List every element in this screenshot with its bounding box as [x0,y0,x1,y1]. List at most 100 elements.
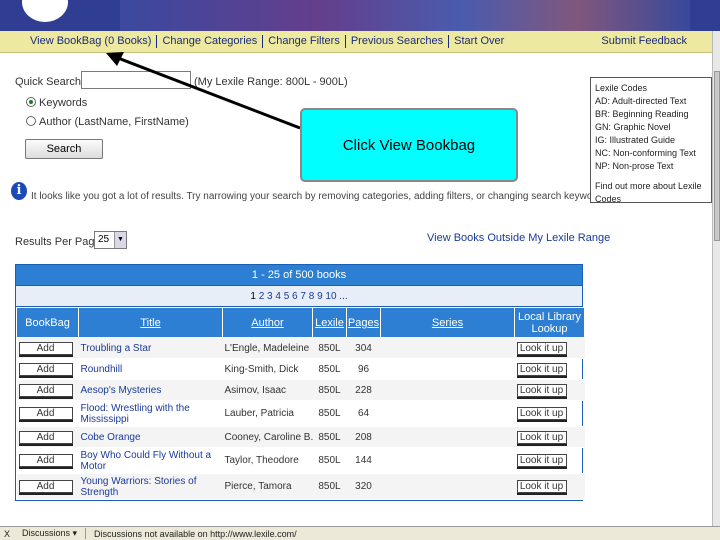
results-table: BookBag Title Author Lexile Pages Series… [16,307,585,500]
radio-author-label: Author (LastName, FirstName) [39,116,189,128]
book-series [380,400,515,427]
add-button[interactable]: Add [18,383,73,397]
book-lexile: 850L [312,379,347,401]
book-title[interactable]: Troubling a Star [78,337,223,359]
radio-keywords-label: Keywords [39,97,88,109]
col-title[interactable]: Title [78,307,223,338]
book-pages: 228 [346,379,381,401]
book-pages: 144 [346,447,381,474]
page-links[interactable]: 2 3 4 5 6 7 8 9 10 ... [259,291,348,302]
book-lexile: 850L [312,473,347,500]
results-per-page-label: Results Per Page [15,236,101,248]
nav-submit-feedback[interactable]: Submit Feedback [596,35,692,48]
radio-keywords[interactable] [26,97,36,107]
book-author: L'Engle, Madeleine [222,337,313,359]
col-pages[interactable]: Pages [346,307,381,338]
banner-image [120,0,690,31]
nav-change-categories[interactable]: Change Categories [157,35,264,48]
add-button[interactable]: Add [18,430,73,444]
look-it-up-button[interactable]: Look it up [516,362,567,376]
results-per-page-value: 25 [98,234,110,245]
lookup-cell: Look it up [514,426,585,448]
book-title[interactable]: Young Warriors: Stories of Strength [78,473,223,500]
look-it-up-button[interactable]: Look it up [516,407,567,420]
book-title[interactable]: Roundhill [78,358,223,380]
page-scrollbar[interactable] [712,31,720,526]
lookup-cell: Look it up [514,473,585,500]
bookbag-cell: Add [16,400,79,427]
discussions-menu[interactable]: Discussions ▾ [14,528,87,539]
nav-start-over[interactable]: Start Over [449,35,509,48]
book-series [380,337,515,359]
table-row: Add Flood: Wrestling with the Mississipp… [16,400,585,427]
look-it-up-button[interactable]: Look it up [516,454,567,467]
book-series [380,473,515,500]
book-pages: 208 [346,426,381,448]
col-lexile[interactable]: Lexile [312,307,347,338]
page-current: 1 [250,291,256,302]
chevron-down-icon[interactable]: ▼ [114,232,126,248]
book-author: Lauber, Patricia [222,400,313,427]
scrollbar-thumb[interactable] [714,71,720,241]
book-series [380,358,515,380]
book-title[interactable]: Aesop's Mysteries [78,379,223,401]
results-per-page-select[interactable]: 25 ▼ [94,231,127,249]
book-lexile: 850L [312,447,347,474]
close-icon[interactable]: X [0,529,14,539]
book-title[interactable]: Boy Who Could Fly Without a Motor [78,447,223,474]
lexile-codes-title: Lexile Codes [595,83,648,93]
lexile-codes-more-link[interactable]: Find out more about Lexile Codes [595,180,707,206]
book-pages: 320 [346,473,381,500]
results-summary: 1 - 25 of 500 books [16,265,582,285]
book-pages: 96 [346,358,381,380]
lexile-code-item: IG: Illustrated Guide [595,135,676,145]
lexile-code-item: BR: Beginning Reading [595,109,689,119]
book-title[interactable]: Cobe Orange [78,426,223,448]
site-logo [22,0,68,22]
book-title[interactable]: Flood: Wrestling with the Mississippi [78,400,223,427]
bookbag-cell: Add [16,358,79,380]
add-button[interactable]: Add [18,341,73,355]
book-lexile: 850L [312,337,347,359]
add-button[interactable]: Add [18,454,73,467]
quick-search-input[interactable] [81,71,191,89]
table-row: Add Aesop's Mysteries Asimov, Isaac 850L… [16,379,585,401]
nav-view-bookbag[interactable]: View BookBag (0 Books) [25,35,158,48]
outside-range-link[interactable]: View Books Outside My Lexile Range [427,232,610,244]
callout-box: Click View Bookbag [300,108,518,182]
table-row: Add Cobe Orange Cooney, Caroline B. 850L… [16,426,585,448]
look-it-up-button[interactable]: Look it up [516,341,567,355]
look-it-up-button[interactable]: Look it up [516,430,567,444]
nav-change-filters[interactable]: Change Filters [263,35,346,48]
lexile-range-text: (My Lexile Range: 800L - 900L) [194,76,348,88]
add-button[interactable]: Add [18,362,73,376]
book-lexile: 850L [312,400,347,427]
look-it-up-button[interactable]: Look it up [516,383,567,397]
look-it-up-button[interactable]: Look it up [516,480,567,493]
book-pages: 64 [346,400,381,427]
nav-bar: View BookBag (0 Books) Change Categories… [0,31,712,53]
table-row: Add Troubling a Star L'Engle, Madeleine … [16,337,585,359]
book-series [380,426,515,448]
browser-status-bar: X Discussions ▾ Discussions not availabl… [0,526,720,540]
lookup-cell: Look it up [514,400,585,427]
col-author[interactable]: Author [222,307,313,338]
col-series[interactable]: Series [380,307,515,338]
bookbag-cell: Add [16,337,79,359]
results-panel: 1 - 25 of 500 books 1 2 3 4 5 6 7 8 9 10… [15,264,585,501]
quick-search-label: Quick Search: [15,76,85,88]
add-button[interactable]: Add [18,407,73,420]
nav-previous-searches[interactable]: Previous Searches [346,35,450,48]
book-author: King-Smith, Dick [222,358,313,380]
col-library-lookup: Local Library Lookup [514,307,585,338]
bookbag-cell: Add [16,473,79,500]
book-pages: 304 [346,337,381,359]
book-author: Pierce, Tamora [222,473,313,500]
site-banner [0,0,720,31]
info-icon: i [11,182,27,200]
radio-author[interactable] [26,116,36,126]
search-button[interactable]: Search [25,139,103,159]
add-button[interactable]: Add [18,480,73,493]
lookup-cell: Look it up [514,379,585,401]
book-author: Cooney, Caroline B. [222,426,313,448]
